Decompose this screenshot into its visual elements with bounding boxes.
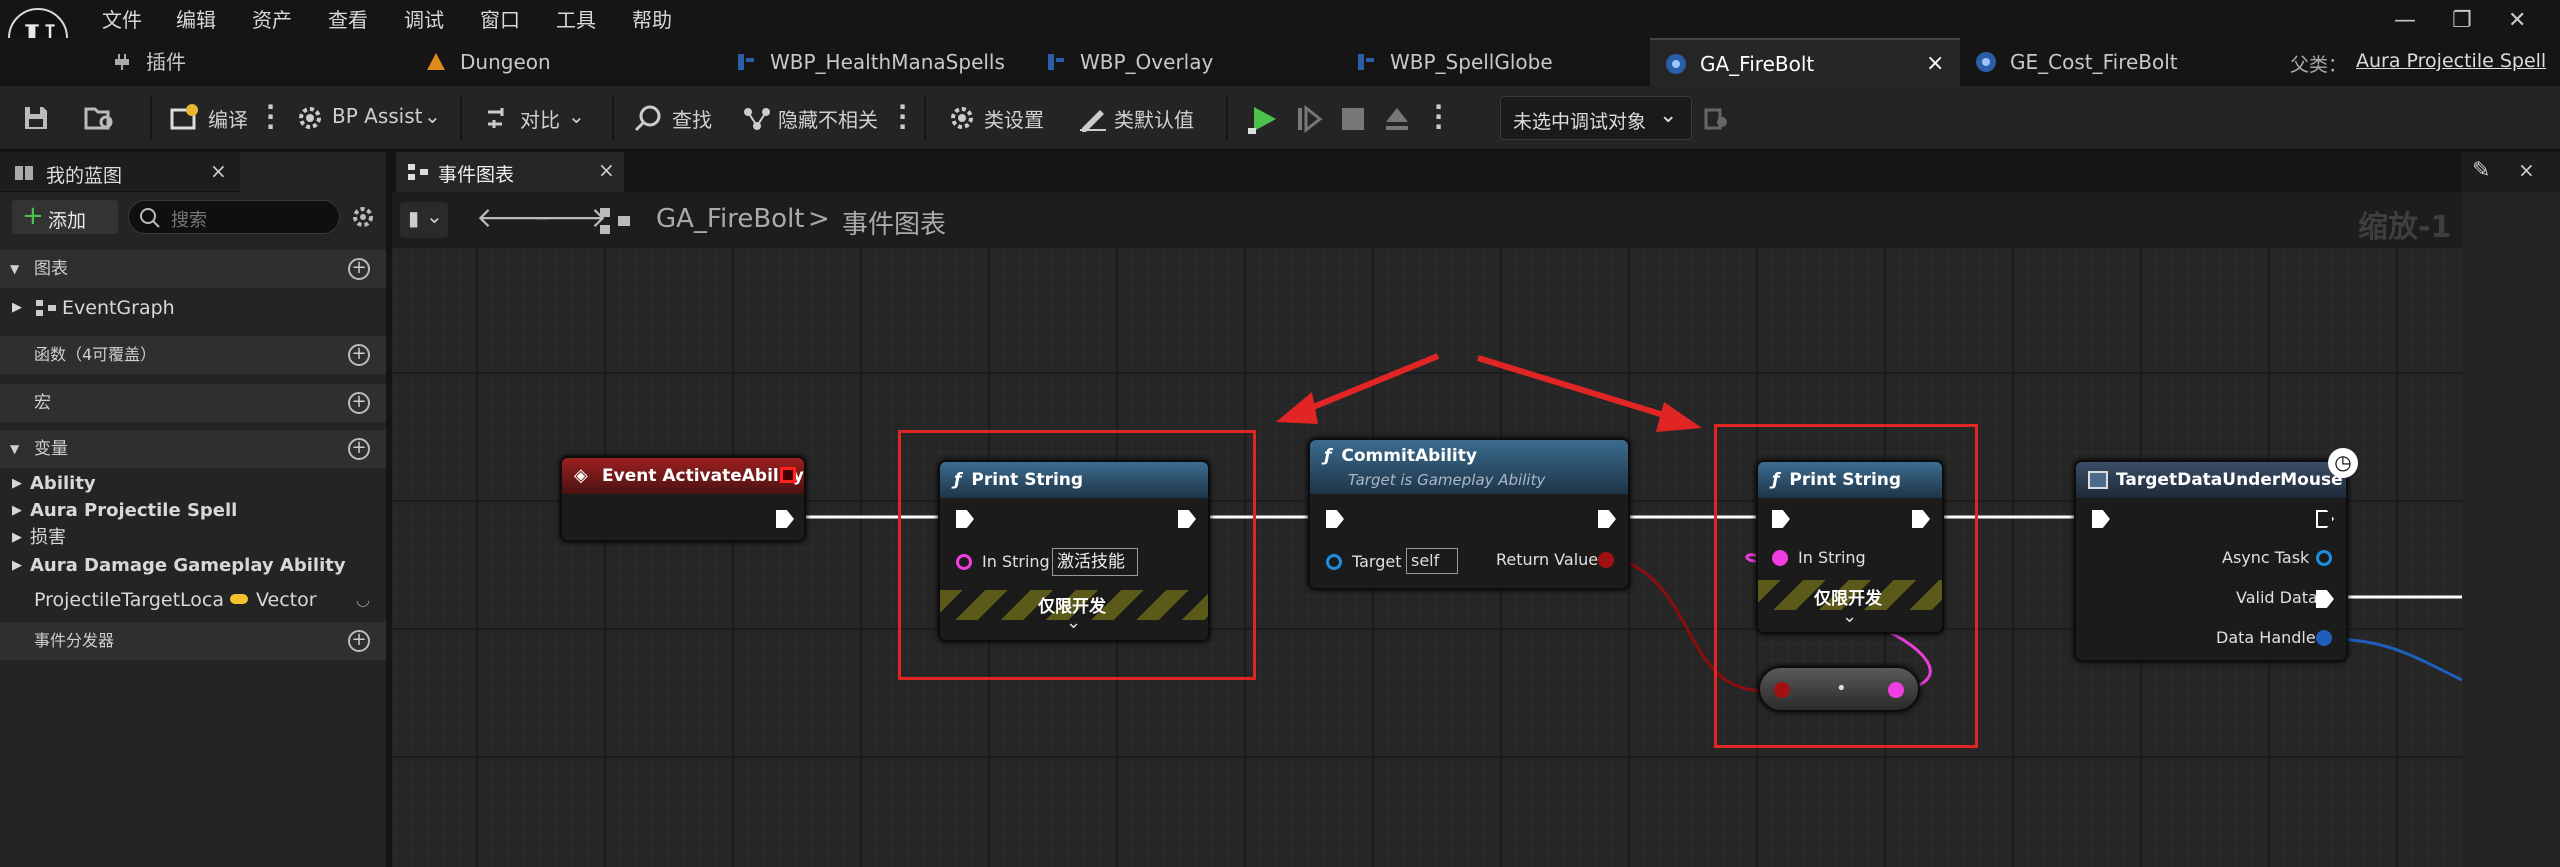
pencil-icon: ✎ [2472,158,2491,183]
details-tab[interactable]: ✎ × [2462,152,2560,192]
arrowhead-icon [1656,402,1702,432]
close-panel-icon[interactable]: × [2518,158,2535,182]
annotation-arrow [1477,355,1681,423]
details-panel: ✎ × [2462,152,2560,867]
annotation-arrows [1276,353,1702,432]
arrowhead-icon [1276,392,1318,424]
annotation-arrow [1294,353,1440,417]
